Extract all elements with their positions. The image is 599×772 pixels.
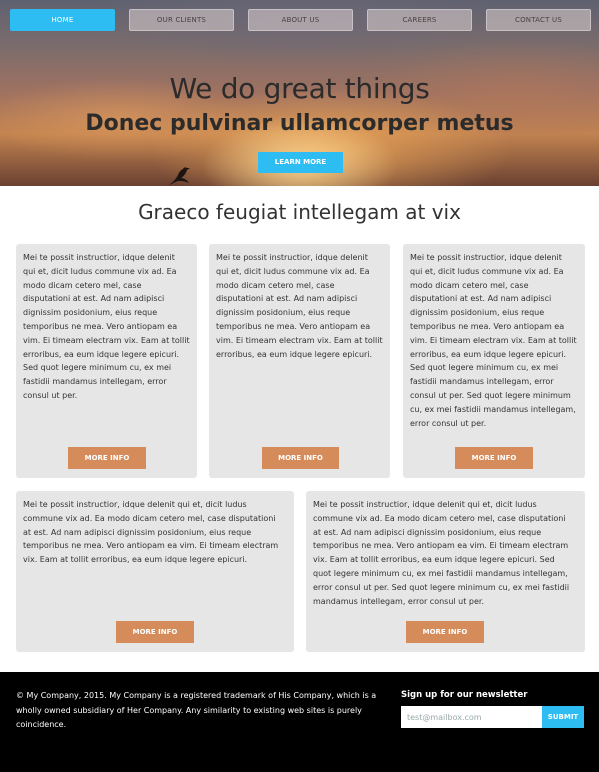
bird-icon bbox=[169, 167, 190, 185]
card-text-line: disputationi at est. Ad nam adipisci bbox=[410, 294, 552, 304]
card-text-line: erroribus, ea eum idque legere epicuri. bbox=[23, 349, 180, 359]
card-text-line: dignissim posidonium, eius reque bbox=[410, 308, 545, 318]
card-text-line: fastidii mandamus intellegam, error bbox=[410, 377, 554, 387]
info-card: Mei te possit instructior, idque delenit… bbox=[403, 244, 585, 478]
card-text-line: quot legere minimum cu, ex mei fastidii … bbox=[313, 568, 568, 578]
card-text-line: temporibus ne mea. Vero antiopam ea bbox=[410, 321, 565, 331]
card-text-line: temporibus ne mea. Vero antiopam ea bbox=[23, 321, 178, 331]
more-info-button[interactable]: MORE INFO bbox=[68, 447, 146, 469]
card-text-line: erroribus, ea eum idque legere epicuri. bbox=[410, 349, 567, 359]
newsletter-submit-button[interactable]: SUBMIT bbox=[542, 706, 584, 728]
card-text-line: vim. Ei timeam electram vix. Eam at toll… bbox=[410, 335, 577, 345]
footer-copyright-line: © My Company, 2015. My Company is a regi… bbox=[16, 691, 377, 700]
card-text-line: Mei te possit instructior, idque delenit… bbox=[23, 500, 247, 509]
hero-title: We do great things bbox=[169, 72, 430, 105]
card-text: Mei te possit instructior, idque delenit… bbox=[313, 498, 569, 608]
footer-copyright-line: coincidence. bbox=[16, 720, 67, 729]
card-text-line: error consul ut per. Sed quot legere min… bbox=[313, 582, 570, 592]
card-text-line: vim. Ei timeam electram vix. Eam at toll… bbox=[23, 335, 190, 345]
footer: © My Company, 2015. My Company is a regi… bbox=[0, 672, 599, 772]
info-card: Mei te possit instructior, idque delenit… bbox=[306, 491, 585, 652]
nav-item-our-clients[interactable]: OUR CLIENTS bbox=[129, 9, 234, 31]
card-text-line: Mei te possit instructior, idque delenit… bbox=[313, 500, 537, 509]
section-title: Graeco feugiat intellegam at vix bbox=[138, 200, 461, 224]
nav-item-about-us[interactable]: ABOUT US bbox=[248, 9, 353, 31]
card-text-line: commune vix ad. Ea modo dicam cetero mel… bbox=[23, 513, 276, 523]
card-text-line: temporibus ne mea. Vero antiopam ea bbox=[216, 321, 371, 331]
card-text: Mei te possit instructior, idque delenit… bbox=[216, 251, 383, 361]
more-info-button[interactable]: MORE INFO bbox=[406, 621, 484, 643]
card-text-line: qui et, dicit ludus commune vix ad. Ea bbox=[23, 266, 177, 276]
card-text-line: Sed quot legere minimum cu, ex mei bbox=[23, 363, 172, 373]
card-text-line: modo dicam cetero mel, case bbox=[23, 280, 142, 290]
card-text-line: vix. Eam at tollit erroribus, ea eum idq… bbox=[23, 555, 248, 565]
card-text: Mei te possit instructior, idque delenit… bbox=[410, 251, 577, 430]
hero-banner: HOME OUR CLIENTS ABOUT US CAREERS CONTAC… bbox=[0, 0, 599, 186]
card-text-line: vix. Eam at tollit erroribus, ea eum idq… bbox=[313, 555, 555, 565]
more-info-button[interactable]: MORE INFO bbox=[116, 621, 194, 643]
more-info-button[interactable]: MORE INFO bbox=[455, 447, 533, 469]
newsletter-email-input[interactable] bbox=[401, 706, 542, 728]
card-text-line: Mei te possit instructior, idque delenit bbox=[216, 253, 368, 262]
card-text-line: at est. Ad nam adipisci dignissim posido… bbox=[313, 527, 542, 537]
card-text-line: fastidii mandamus intellegam, error bbox=[23, 377, 167, 387]
card-text: Mei te possit instructior, idque delenit… bbox=[23, 498, 278, 567]
card-text-line: dignissim posidonium, eius reque bbox=[23, 308, 158, 318]
info-card: Mei te possit instructior, idque delenit… bbox=[209, 244, 390, 478]
card-text-line: error consul ut per. bbox=[410, 418, 487, 428]
card-text-line: mandamus intellegam, error consul ut per… bbox=[313, 596, 485, 606]
card-text-line: consul ut per. bbox=[23, 390, 78, 400]
card-text-line: temporibus ne mea. Vero antiopam ea vim.… bbox=[23, 541, 279, 551]
main-nav: HOME OUR CLIENTS ABOUT US CAREERS CONTAC… bbox=[10, 9, 591, 31]
card-text-line: cu, ex mei fastidii mandamus intellegam, bbox=[410, 404, 576, 414]
card-text-line: vim. Ei timeam electram vix. Eam at toll… bbox=[216, 335, 383, 345]
info-card: Mei te possit instructior, idque delenit… bbox=[16, 244, 197, 478]
more-info-button[interactable]: MORE INFO bbox=[262, 447, 339, 469]
footer-copyright: © My Company, 2015. My Company is a regi… bbox=[16, 689, 388, 733]
card-text-line: Sed quot legere minimum cu, ex mei bbox=[410, 363, 559, 373]
card-text-line: modo dicam cetero mel, case bbox=[410, 280, 529, 290]
card-text-line: modo dicam cetero mel, case bbox=[216, 280, 335, 290]
nav-item-home[interactable]: HOME bbox=[10, 9, 115, 31]
card-text-line: consul ut per. Sed quot legere minimum bbox=[410, 390, 571, 400]
info-card: Mei te possit instructior, idque delenit… bbox=[16, 491, 294, 652]
card-text-line: qui et, dicit ludus commune vix ad. Ea bbox=[410, 266, 564, 276]
card-text-line: commune vix ad. Ea modo dicam cetero mel… bbox=[313, 513, 566, 523]
card-text-line: at est. Ad nam adipisci dignissim posido… bbox=[23, 527, 252, 537]
nav-item-careers[interactable]: CAREERS bbox=[367, 9, 472, 31]
nav-item-contact-us[interactable]: CONTACT US bbox=[486, 9, 591, 31]
card-text-line: temporibus ne mea. Vero antiopam ea vim.… bbox=[313, 541, 569, 551]
card-text-line: disputationi at est. Ad nam adipisci bbox=[23, 294, 165, 304]
newsletter-heading: Sign up for our newsletter bbox=[401, 690, 528, 700]
card-text-line: qui et, dicit ludus commune vix ad. Ea bbox=[216, 266, 370, 276]
card-text: Mei te possit instructior, idque delenit… bbox=[23, 251, 190, 403]
card-text-line: dignissim posidonium, eius reque bbox=[216, 308, 351, 318]
footer-copyright-line: wholly owned subsidiary of Her Company. … bbox=[16, 705, 362, 715]
hero-subtitle: Donec pulvinar ullamcorper metus bbox=[85, 111, 514, 136]
card-text-line: Mei te possit instructior, idque delenit bbox=[23, 253, 175, 262]
learn-more-button[interactable]: LEARN MORE bbox=[258, 152, 343, 173]
card-text-line: Mei te possit instructior, idque delenit bbox=[410, 253, 562, 262]
card-text-line: disputationi at est. Ad nam adipisci bbox=[216, 294, 358, 304]
card-text-line: erroribus, ea eum idque legere epicuri. bbox=[216, 349, 373, 359]
